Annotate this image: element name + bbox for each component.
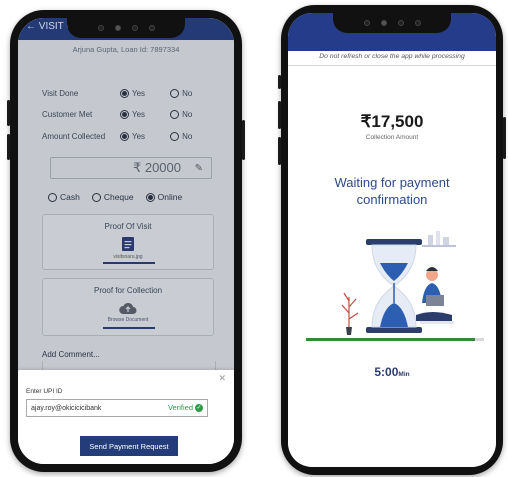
camera-icon <box>380 20 387 26</box>
card-title: Proof for Collection <box>93 286 163 295</box>
power-button <box>242 120 245 160</box>
collection-amount-label: Collection Amount <box>365 134 419 141</box>
radio-no[interactable]: No <box>170 88 193 98</box>
sensor-icon <box>131 25 138 31</box>
mute-switch <box>278 75 281 89</box>
radio-selected-icon <box>120 88 129 98</box>
waiting-message: Waiting for payment confirmation <box>334 175 450 207</box>
upload-bar <box>103 327 155 329</box>
sensor-icon <box>397 20 404 26</box>
payment-mode-group: Cash Cheque Online <box>48 192 194 202</box>
upi-value: ajay.roy@okicicicibank <box>31 404 102 412</box>
amount-collected-row: Amount Collected Yes No <box>42 129 205 143</box>
card-title: Proof Of Visit <box>104 222 152 231</box>
add-comment-label: Add Comment... <box>42 350 100 359</box>
radio-no[interactable]: No <box>170 131 193 141</box>
file-name: visitsnaru.jpg <box>113 254 143 260</box>
timer-value: 5:00 <box>374 365 399 379</box>
sensor-icon <box>148 25 155 31</box>
radio-selected-icon <box>120 131 129 141</box>
progress-fill <box>306 338 476 341</box>
upload-bar <box>103 262 155 264</box>
radio-cheque[interactable]: Cheque <box>91 192 134 202</box>
proof-of-visit-card[interactable]: Proof Of Visit visitsnaru.jpg <box>42 214 214 270</box>
power-button <box>503 117 506 159</box>
notch <box>67 18 185 38</box>
radio-empty-icon <box>170 88 180 98</box>
radio-empty-icon <box>170 131 180 141</box>
radio-empty-icon <box>48 192 57 202</box>
sensor-icon <box>414 20 421 26</box>
radio-no[interactable]: No <box>170 109 193 119</box>
question-label: Customer Met <box>42 109 93 119</box>
processing-warning: Do not refresh or close the app while pr… <box>319 53 465 60</box>
customer-met-row: Customer Met Yes No <box>42 107 205 121</box>
question-label: Visit Done <box>42 88 79 98</box>
radio-yes[interactable]: Yes <box>120 131 146 141</box>
countdown-timer: 5:00Min <box>288 365 496 379</box>
visit-done-row: Visit Done Yes No <box>42 86 205 100</box>
radio-label: No <box>182 131 193 141</box>
right-screen: Do not refresh or close the app while pr… <box>288 13 496 467</box>
volume-up-button <box>278 101 281 129</box>
amount-value: ₹ 20000 <box>132 160 181 175</box>
amount-input[interactable]: ₹ 20000 ✎ <box>50 157 212 179</box>
radio-online[interactable]: Online <box>145 192 183 202</box>
proof-for-collection-card[interactable]: Proof for Collection Browse Document <box>42 278 214 336</box>
cloud-upload-icon <box>119 302 137 314</box>
customer-info: Arjuna Gupta, Loan Id: 7897334 <box>72 45 180 54</box>
radio-label: Cheque <box>103 192 134 202</box>
close-icon[interactable]: ✕ <box>218 373 226 384</box>
radio-selected-icon <box>145 192 155 202</box>
radio-empty-icon <box>91 192 101 202</box>
radio-label: Yes <box>132 131 146 141</box>
send-payment-request-button[interactable]: Send Payment Request <box>80 436 178 456</box>
verified-badge: Verified ✓ <box>168 403 203 412</box>
divider <box>288 65 496 66</box>
question-label: Amount Collected <box>42 131 106 141</box>
radio-yes[interactable]: Yes <box>120 88 146 98</box>
upi-input[interactable]: ajay.roy@okicicicibank Verified ✓ <box>26 399 208 417</box>
radio-yes[interactable]: Yes <box>120 109 146 119</box>
radio-selected-icon <box>120 109 129 119</box>
check-icon: ✓ <box>195 403 203 412</box>
notch <box>333 13 451 33</box>
collection-amount: ₹17,500 <box>360 112 424 131</box>
hourglass-illustration <box>341 231 456 335</box>
timer-unit: Min <box>398 371 410 378</box>
radio-label: Online <box>157 192 183 202</box>
browse-document-label: Browse Document <box>107 317 149 323</box>
volume-down-button <box>278 137 281 165</box>
radio-label: No <box>182 88 193 98</box>
phone-left: ← VISIT CL Arjuna Gupta, Loan Id: 789733… <box>7 10 245 472</box>
sensor-icon <box>97 25 104 31</box>
left-screen: ← VISIT CL Arjuna Gupta, Loan Id: 789733… <box>18 18 234 464</box>
upi-bottom-sheet: ✕ Enter UPI ID ajay.roy@okicicicibank Ve… <box>18 370 234 464</box>
radio-label: Yes <box>132 109 146 119</box>
upi-label: Enter UPI ID <box>26 388 63 395</box>
document-icon <box>122 237 134 251</box>
payment-progress-bar <box>306 338 484 341</box>
camera-icon <box>114 25 121 31</box>
sensor-icon <box>363 20 370 26</box>
pencil-icon[interactable]: ✎ <box>195 163 203 174</box>
verified-label: Verified <box>167 403 193 412</box>
radio-label: Yes <box>132 88 146 98</box>
radio-cash[interactable]: Cash <box>48 192 80 202</box>
volume-up-button <box>7 100 10 126</box>
radio-label: No <box>182 109 193 119</box>
volume-down-button <box>7 134 10 160</box>
phone-right: Do not refresh or close the app while pr… <box>278 5 506 475</box>
radio-empty-icon <box>170 109 180 119</box>
radio-label: Cash <box>60 192 80 202</box>
